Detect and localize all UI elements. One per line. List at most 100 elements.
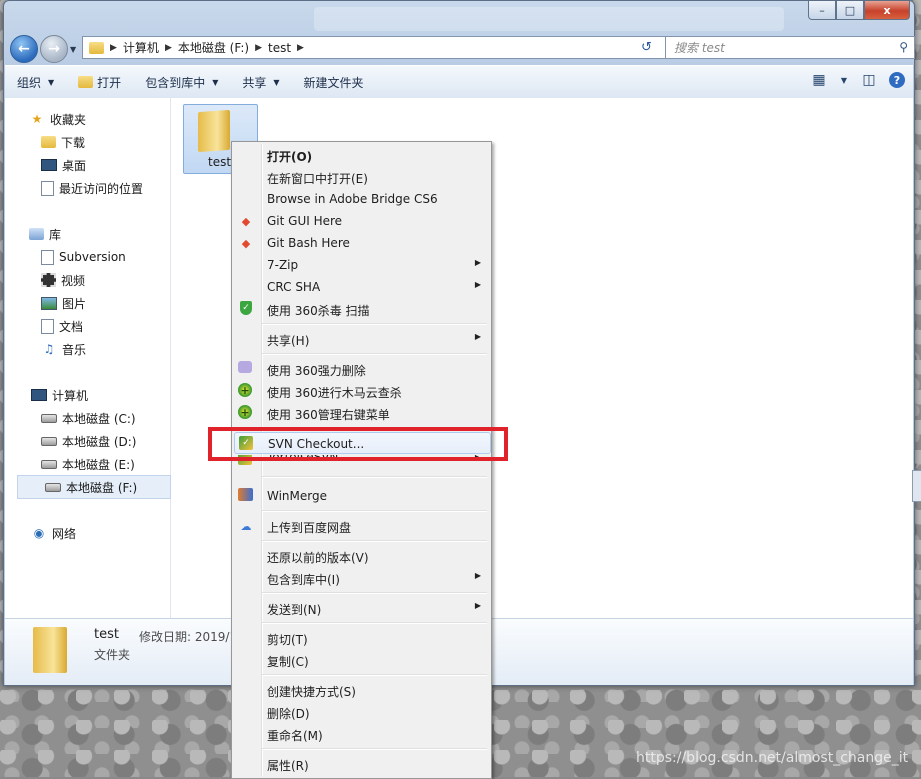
chevron-right-icon[interactable]: ▶ bbox=[110, 43, 117, 53]
breadcrumb-test[interactable]: test bbox=[268, 41, 291, 55]
file-name: test bbox=[208, 155, 232, 169]
background-window-edge bbox=[912, 470, 921, 502]
include-library-button[interactable]: 包含到库中 ▼ bbox=[133, 67, 230, 97]
search-icon[interactable]: ⚲ bbox=[899, 40, 908, 54]
search-placeholder: 搜索 test bbox=[674, 41, 725, 55]
menu-item-baidu-upload[interactable]: ☁ 上传到百度网盘 bbox=[234, 515, 489, 537]
shredder-icon bbox=[238, 361, 252, 373]
view-options-icon[interactable]: ▦ bbox=[809, 70, 829, 90]
menu-item-include-library[interactable]: 包含到库中(I) ▶ bbox=[234, 567, 489, 589]
menu-item-git-gui[interactable]: ◆ Git GUI Here bbox=[234, 210, 489, 232]
menu-item-open-new-window[interactable]: 在新窗口中打开(E) bbox=[234, 166, 489, 188]
navigation-buttons: ← → ▼ bbox=[10, 35, 80, 63]
sidebar-item-drive-f[interactable]: 本地磁盘 (F:) bbox=[17, 475, 171, 499]
sidebar-label: 计算机 bbox=[52, 388, 89, 403]
watermark: https://blog.csdn.net/almost_change_it bbox=[636, 750, 909, 766]
recent-pages-dropdown[interactable]: ▼ bbox=[70, 35, 80, 63]
menu-item-360-force-delete[interactable]: 使用 360强力删除 bbox=[234, 358, 489, 380]
git-icon: ◆ bbox=[241, 236, 251, 250]
breadcrumb-computer[interactable]: 计算机 bbox=[123, 39, 159, 56]
menu-item-git-bash[interactable]: ◆ Git Bash Here bbox=[234, 232, 489, 254]
chevron-down-icon[interactable]: ▼ bbox=[839, 70, 849, 90]
music-icon: ♫ bbox=[43, 342, 55, 356]
star-icon: ★ bbox=[31, 112, 43, 126]
menu-separator bbox=[262, 592, 487, 594]
menu-item-share[interactable]: 共享(H) ▶ bbox=[234, 328, 489, 350]
menu-item-7zip[interactable]: 7-Zip ▶ bbox=[234, 254, 489, 276]
menu-item-properties[interactable]: 属性(R) bbox=[234, 753, 489, 775]
menu-item-adobe-bridge[interactable]: Browse in Adobe Bridge CS6 bbox=[234, 188, 489, 210]
back-button[interactable]: ← bbox=[10, 35, 38, 63]
folder-icon bbox=[89, 41, 104, 54]
sidebar-label: 视频 bbox=[61, 273, 86, 288]
menu-item-rename[interactable]: 重命名(M) bbox=[234, 723, 489, 745]
chevron-right-icon[interactable]: ▶ bbox=[255, 43, 262, 53]
menu-item-winmerge[interactable]: WinMerge bbox=[234, 485, 489, 507]
menu-item-copy[interactable]: 复制(C) bbox=[234, 649, 489, 671]
menu-item-360-trojan-scan[interactable]: + 使用 360进行木马云查杀 bbox=[234, 380, 489, 402]
submenu-arrow-icon: ▶ bbox=[474, 280, 481, 289]
sidebar-label: 最近访问的位置 bbox=[59, 181, 144, 196]
sidebar-item-favorites[interactable]: ★ 收藏夹 bbox=[29, 108, 194, 130]
search-input[interactable]: 搜索 test ⚲ bbox=[665, 36, 915, 59]
sidebar-label: Subversion bbox=[59, 250, 126, 264]
sidebar-label: 库 bbox=[49, 227, 62, 242]
system-drive-icon bbox=[41, 413, 57, 423]
submenu-arrow-icon: ▶ bbox=[474, 601, 481, 610]
menu-item-restore-versions[interactable]: 还原以前的版本(V) bbox=[234, 545, 489, 567]
menu-item-cut[interactable]: 剪切(T) bbox=[234, 627, 489, 649]
chevron-right-icon[interactable]: ▶ bbox=[297, 43, 304, 53]
chevron-right-icon[interactable]: ▶ bbox=[165, 43, 172, 53]
menu-label: 在新窗口中打开(E) bbox=[267, 172, 368, 186]
refresh-button[interactable]: ↺ bbox=[634, 37, 659, 57]
menu-label: 包含到库中(I) bbox=[267, 573, 340, 587]
organize-button[interactable]: 组织 ▼ bbox=[5, 67, 66, 97]
maximize-button[interactable]: □ bbox=[836, 1, 864, 20]
menu-label: 剪切(T) bbox=[267, 633, 308, 647]
address-bar[interactable]: ▶ 计算机 ▶ 本地磁盘 (F:) ▶ test ▶ bbox=[82, 36, 668, 59]
new-folder-button[interactable]: 新建文件夹 bbox=[292, 67, 376, 97]
menu-item-open[interactable]: 打开(O) bbox=[234, 144, 489, 166]
open-button[interactable]: 打开 bbox=[66, 67, 133, 97]
menu-item-crc-sha[interactable]: CRC SHA ▶ bbox=[234, 276, 489, 298]
menu-separator bbox=[262, 476, 487, 478]
menu-item-delete[interactable]: 删除(D) bbox=[234, 701, 489, 723]
recent-places-icon bbox=[41, 180, 54, 196]
refresh-icon: ↺ bbox=[641, 39, 652, 55]
caption-buttons: – □ x bbox=[808, 1, 910, 20]
forward-button[interactable]: → bbox=[40, 35, 68, 63]
menu-label: CRC SHA bbox=[267, 280, 321, 294]
preview-pane-icon[interactable]: ◫ bbox=[859, 70, 879, 90]
breadcrumb-drive-f[interactable]: 本地磁盘 (F:) bbox=[178, 39, 249, 56]
minimize-button[interactable]: – bbox=[808, 1, 836, 20]
winmerge-icon bbox=[238, 488, 253, 501]
document-icon bbox=[41, 318, 54, 334]
menu-label: 还原以前的版本(V) bbox=[267, 551, 369, 565]
menu-label: 复制(C) bbox=[267, 655, 309, 669]
menu-separator bbox=[262, 674, 487, 676]
menu-item-send-to[interactable]: 发送到(N) ▶ bbox=[234, 597, 489, 619]
menu-label: 发送到(N) bbox=[267, 603, 322, 617]
menu-label: 上传到百度网盘 bbox=[267, 521, 352, 535]
folder-open-icon bbox=[78, 76, 94, 88]
close-button[interactable]: x bbox=[864, 1, 910, 20]
menu-separator bbox=[262, 540, 487, 542]
drive-icon bbox=[41, 436, 57, 446]
menu-label: 重命名(M) bbox=[267, 729, 323, 743]
sidebar-label: 网络 bbox=[52, 526, 77, 541]
git-icon: ◆ bbox=[241, 214, 251, 228]
plus-360-icon: + bbox=[238, 405, 252, 419]
shield-icon: ✓ bbox=[240, 301, 252, 315]
downloads-icon bbox=[41, 136, 56, 148]
menu-item-create-shortcut[interactable]: 创建快捷方式(S) bbox=[234, 679, 489, 701]
chevron-down-icon: ▼ bbox=[48, 77, 55, 87]
navigation-pane: ★ 收藏夹 下载 桌面 最近访问的位置 库 Subversion 视频 图片 文档… bbox=[5, 98, 171, 618]
menu-item-360-scan[interactable]: ✓ 使用 360杀毒 扫描 bbox=[234, 298, 489, 320]
menu-item-360-manage-menu[interactable]: + 使用 360管理右键菜单 bbox=[234, 402, 489, 424]
sidebar-item-libraries[interactable]: 库 bbox=[29, 223, 194, 245]
menu-label: 共享(H) bbox=[267, 334, 310, 348]
open-label: 打开 bbox=[97, 75, 122, 90]
share-button[interactable]: 共享 ▼ bbox=[230, 67, 291, 97]
menu-label: WinMerge bbox=[267, 489, 327, 503]
help-icon[interactable]: ? bbox=[889, 72, 905, 88]
